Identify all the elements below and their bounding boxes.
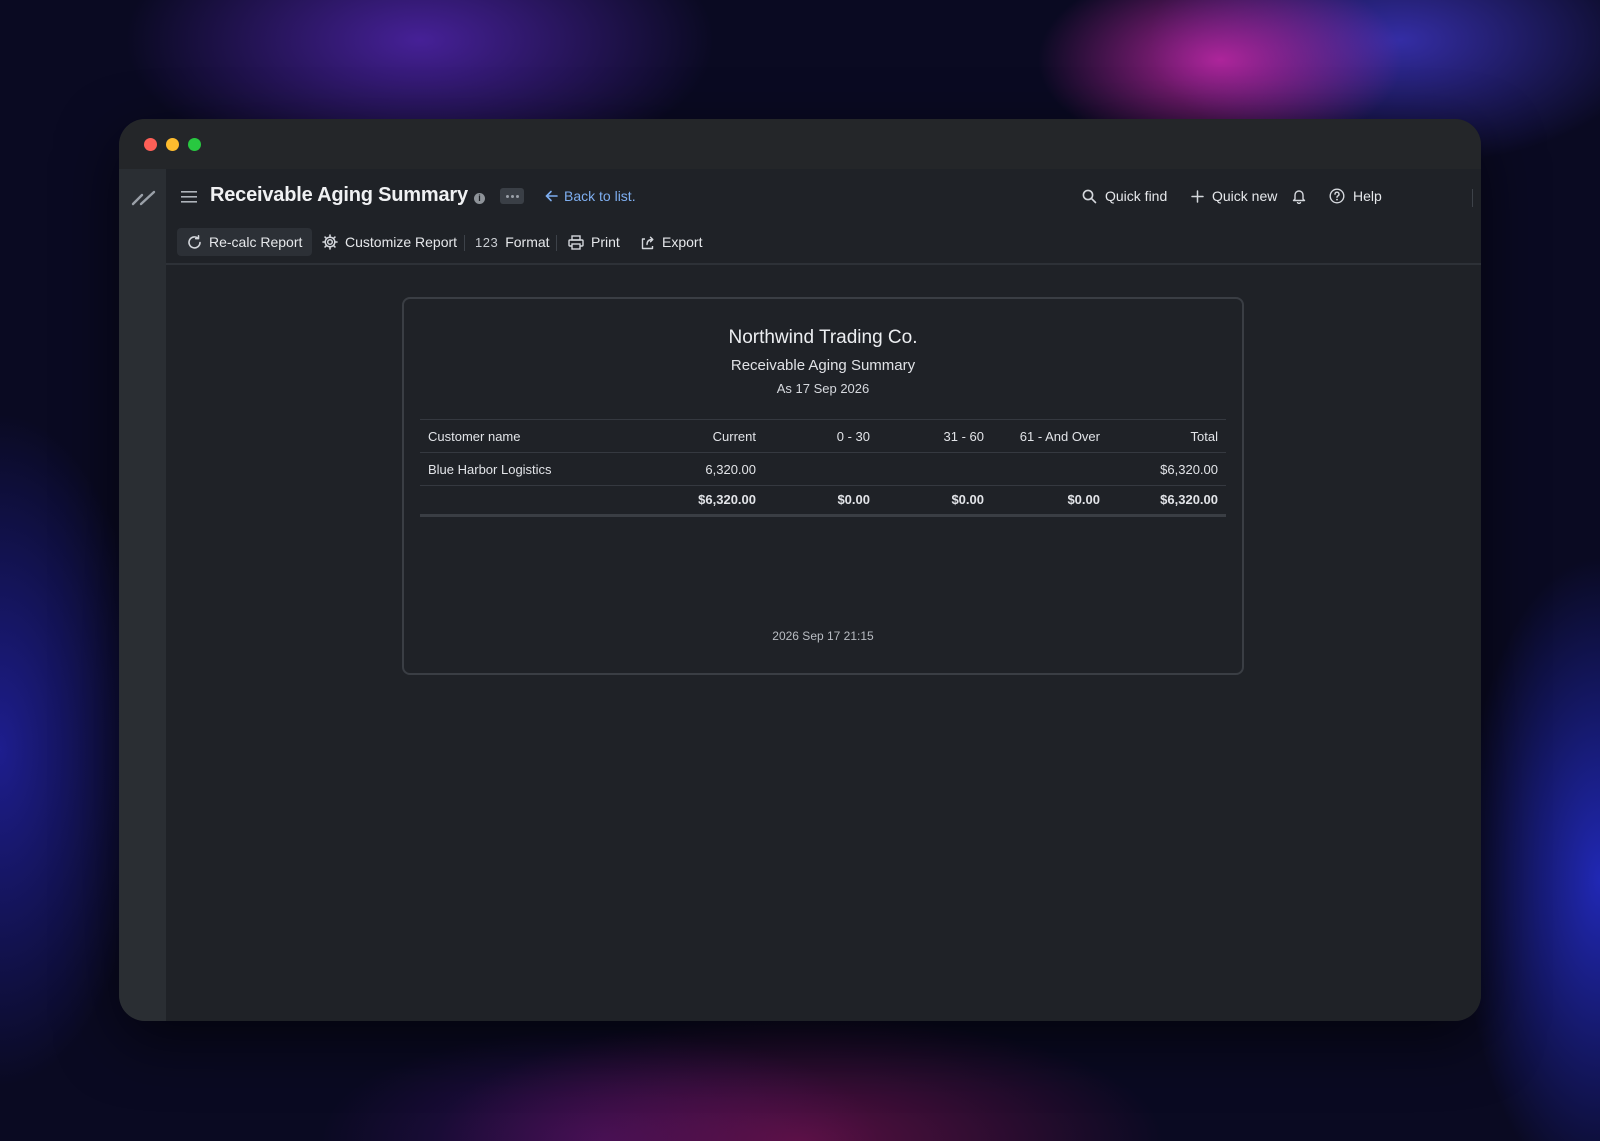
report-as-of-date: As 17 Sep 2026 — [776, 381, 870, 396]
notifications-button[interactable] — [1292, 188, 1306, 204]
column-header[interactable]: 31 - 60 — [944, 420, 984, 453]
print-label: Print — [591, 234, 620, 250]
app-logo-icon[interactable] — [131, 189, 157, 207]
title-bar — [119, 119, 1481, 169]
refresh-icon — [188, 234, 201, 249]
printer-icon — [568, 234, 584, 250]
page-header: Receivable Aging Summary i Back to list.… — [166, 169, 1481, 227]
sidebar — [119, 169, 166, 1021]
more-options-button[interactable] — [500, 188, 524, 204]
aging-table: Customer name Current 0 - 30 31 - 60 61 … — [420, 419, 1226, 517]
report-toolbar: Re-calc Report Customize Report 123 Form… — [166, 227, 1481, 265]
table-row[interactable]: Blue Harbor Logistics 6,320.00 $6,320.00 — [420, 452, 1226, 485]
app-window: Receivable Aging Summary i Back to list.… — [119, 119, 1481, 1021]
close-window-button[interactable] — [144, 138, 157, 151]
total-0-30-cell: $0.00 — [837, 492, 870, 507]
grand-total-cell: $6,320.00 — [1160, 492, 1218, 507]
info-icon[interactable]: i — [474, 193, 485, 204]
total-31-60-cell: $0.00 — [951, 492, 984, 507]
plus-icon — [1191, 189, 1204, 203]
arrow-left-icon — [545, 190, 558, 202]
back-to-list-link[interactable]: Back to list. — [545, 188, 636, 204]
report-title: Receivable Aging Summary — [730, 357, 916, 374]
hamburger-menu-icon[interactable] — [180, 189, 198, 205]
recalc-report-label: Re-calc Report — [209, 234, 303, 250]
export-label: Export — [662, 234, 703, 250]
header-divider — [1472, 189, 1473, 207]
toolbar-divider — [556, 235, 557, 251]
maximize-window-button[interactable] — [188, 138, 201, 151]
recalc-report-button[interactable]: Re-calc Report — [177, 228, 313, 256]
help-button[interactable]: Help — [1329, 188, 1382, 204]
total-current-cell: $6,320.00 — [698, 492, 756, 507]
export-icon — [641, 236, 654, 249]
total-cell: $6,320.00 — [1160, 462, 1218, 477]
print-button[interactable]: Print — [558, 228, 630, 256]
minimize-window-button[interactable] — [166, 138, 179, 151]
column-header[interactable]: Customer name — [428, 420, 520, 453]
number-format-icon: 123 — [475, 234, 499, 250]
quick-new-button[interactable]: Quick new — [1191, 188, 1277, 204]
column-header[interactable]: 61 - And Over — [1020, 420, 1100, 453]
customer-name-cell[interactable]: Blue Harbor Logistics — [428, 453, 552, 486]
page-title: Receivable Aging Summary — [210, 184, 468, 206]
quick-new-label: Quick new — [1212, 188, 1278, 204]
back-to-list-label: Back to list. — [564, 188, 636, 204]
export-button[interactable]: Export — [630, 228, 712, 256]
column-header[interactable]: Current — [713, 420, 756, 453]
customize-report-button[interactable]: Customize Report — [312, 228, 467, 256]
report-card: Northwind Trading Co. Receivable Aging S… — [402, 297, 1244, 675]
totals-row: $6,320.00 $0.00 $0.00 $0.00 $6,320.00 — [420, 485, 1226, 517]
quick-find-button[interactable]: Quick find — [1082, 188, 1167, 204]
format-button[interactable]: 123 Format — [465, 228, 560, 256]
column-header[interactable]: Total — [1191, 420, 1218, 453]
format-label: Format — [505, 234, 550, 250]
column-header[interactable]: 0 - 30 — [837, 420, 870, 453]
report-generated-timestamp: 2026 Sep 17 21:15 — [772, 629, 874, 643]
main-area: Receivable Aging Summary i Back to list.… — [166, 169, 1481, 1021]
report-company-name: Northwind Trading Co. — [728, 327, 918, 348]
search-icon — [1082, 189, 1097, 203]
current-cell: 6,320.00 — [705, 462, 756, 477]
table-header-row: Customer name Current 0 - 30 31 - 60 61 … — [420, 419, 1226, 452]
gear-icon — [322, 234, 338, 250]
help-circle-icon — [1329, 188, 1345, 204]
customize-report-label: Customize Report — [345, 234, 458, 250]
total-61-over-cell: $0.00 — [1067, 492, 1100, 507]
help-label: Help — [1353, 188, 1382, 204]
bell-icon — [1292, 190, 1306, 204]
quick-find-label: Quick find — [1105, 188, 1168, 204]
